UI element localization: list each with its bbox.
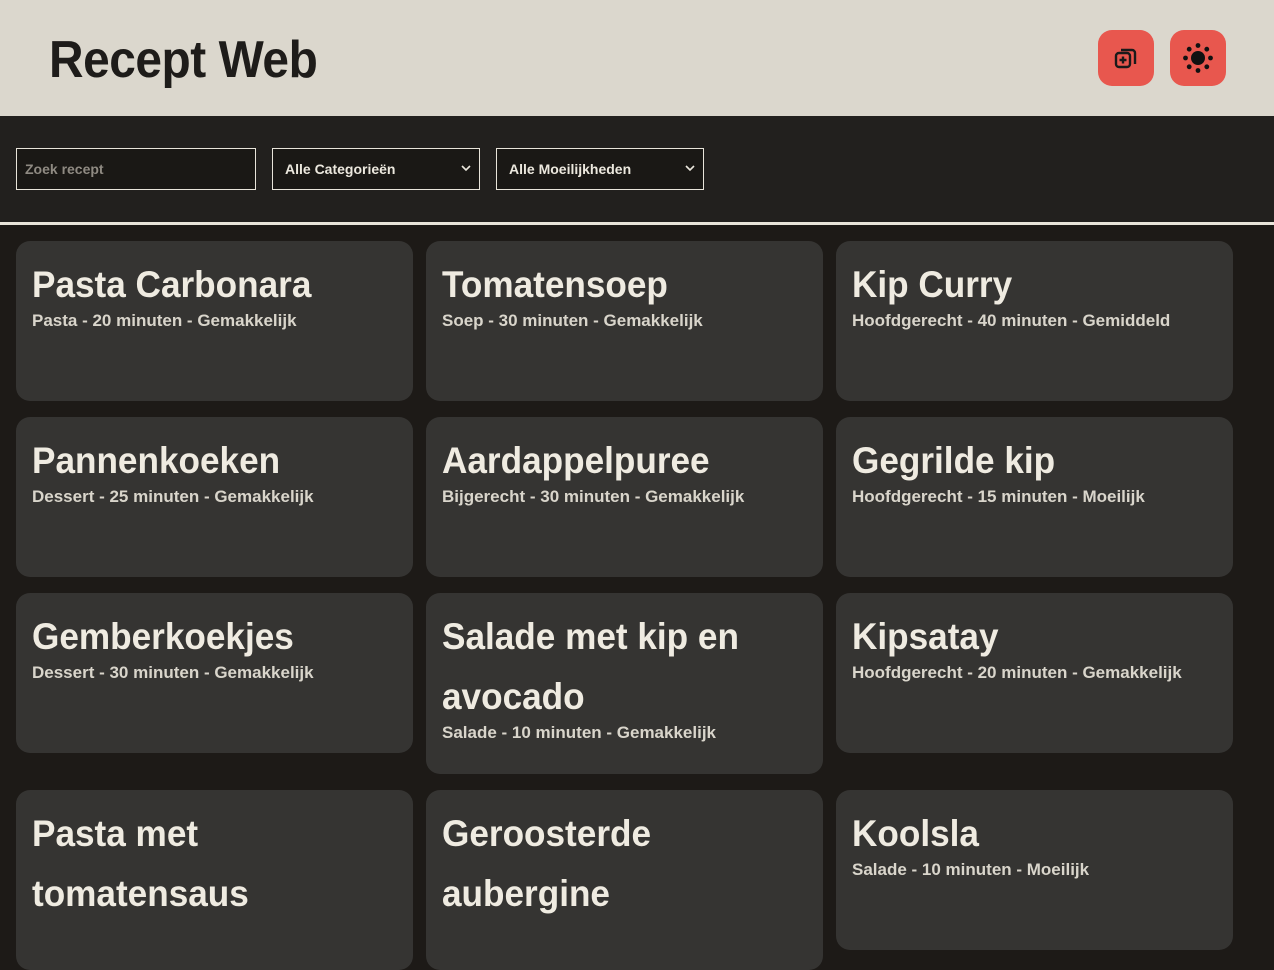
recipe-title: Koolsla (852, 813, 979, 854)
theme-toggle-button[interactable] (1170, 30, 1226, 86)
add-copy-icon (1114, 48, 1137, 69)
add-recipe-button[interactable] (1098, 30, 1154, 86)
recipe-card[interactable]: Tomatensoep Soep - 30 minuten - Gemakkel… (426, 241, 823, 401)
recipe-title: Pasta met tomatensaus (32, 813, 249, 914)
recipe-title: Gegrilde kip (852, 440, 1056, 481)
recipe-title: Salade met kip en avocado (442, 616, 739, 717)
recipe-card[interactable]: Koolsla Salade - 10 minuten - Moeilijk (836, 790, 1233, 950)
recipe-card[interactable]: Pasta Carbonara Pasta - 20 minuten - Gem… (16, 241, 413, 401)
recipe-title: Tomatensoep (442, 264, 668, 305)
difficulty-select-value: Alle Moeilijkheden (509, 161, 632, 177)
recipe-card[interactable]: Aardappelpuree Bijgerecht - 30 minuten -… (426, 417, 823, 577)
recipe-card[interactable]: Salade met kip en avocado Salade - 10 mi… (426, 593, 823, 774)
app-header: Recept Web (0, 0, 1274, 116)
category-select-value: Alle Categorieën (285, 161, 396, 177)
recipe-card[interactable]: Gegrilde kip Hoofdgerecht - 15 minuten -… (836, 417, 1233, 577)
recipe-title: Kip Curry (852, 264, 1013, 305)
recipe-card[interactable]: Gemberkoekjes Dessert - 30 minuten - Gem… (16, 593, 413, 753)
search-input[interactable] (16, 148, 256, 190)
sun-icon (1183, 43, 1213, 73)
category-select[interactable]: Alle Categorieën (272, 148, 480, 190)
recipe-card[interactable]: Kip Curry Hoofdgerecht - 40 minuten - Ge… (836, 241, 1233, 401)
filter-bar: Alle Categorieën Alle Moeilijkheden (0, 116, 1274, 222)
difficulty-select[interactable]: Alle Moeilijkheden (496, 148, 704, 190)
divider (0, 222, 1274, 225)
recipe-card[interactable]: Kipsatay Hoofdgerecht - 20 minuten - Gem… (836, 593, 1233, 753)
recipe-title: Pannenkoeken (32, 440, 281, 481)
recipe-title: Gemberkoekjes (32, 616, 294, 657)
recipe-title: Pasta Carbonara (32, 264, 312, 305)
recipe-card[interactable]: Pannenkoeken Dessert - 25 minuten - Gema… (16, 417, 413, 577)
recipe-title: Geroosterde aubergine (442, 813, 652, 914)
recipe-card[interactable]: Geroosterde aubergine (426, 790, 823, 970)
recipe-title: Aardappelpuree (442, 440, 710, 481)
chevron-down-icon (461, 165, 471, 172)
recipe-title: Kipsatay (852, 616, 999, 657)
app-title: Recept Web (49, 31, 318, 89)
chevron-down-icon (685, 165, 695, 172)
recipe-card[interactable]: Pasta met tomatensaus (16, 790, 413, 970)
